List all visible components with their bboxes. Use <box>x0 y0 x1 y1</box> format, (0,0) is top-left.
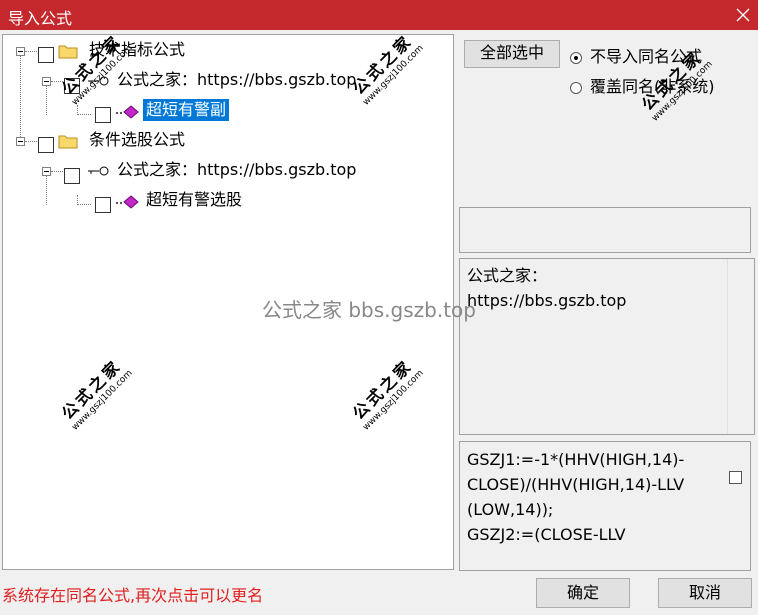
tree-node-label: 技术指标公式 <box>89 40 186 59</box>
tree-node-label: 超短有警副 <box>143 99 230 121</box>
folder-icon <box>58 135 78 149</box>
checkbox[interactable] <box>64 168 80 184</box>
checkbox[interactable] <box>95 197 111 213</box>
folder-icon <box>58 45 78 59</box>
checkbox[interactable] <box>64 78 80 94</box>
code-panel: GSZJ1:=-1*(HHV(HIGH,14)- CLOSE)/(HHV(HIG… <box>459 441 751 571</box>
key-icon <box>88 76 109 86</box>
tree-connector <box>25 51 37 52</box>
tree-connector <box>46 81 47 115</box>
tree-connector <box>20 51 21 145</box>
code-text: GSZJ1:=-1*(HHV(HIGH,14)- CLOSE)/(HHV(HIG… <box>467 450 685 544</box>
scrollbar[interactable] <box>727 259 754 434</box>
tree-node-label: 条件选股公式 <box>89 130 186 149</box>
tree-node-label: 超短有警选股 <box>146 190 243 209</box>
checkbox[interactable] <box>38 47 54 63</box>
key-icon <box>88 166 109 176</box>
formula-icon <box>116 105 139 119</box>
radio-icon[interactable] <box>570 81 582 94</box>
close-icon[interactable] <box>728 0 758 30</box>
tree-connector <box>25 141 37 142</box>
collapse-icon[interactable] <box>42 167 51 176</box>
ok-button[interactable]: 确定 <box>536 578 630 608</box>
tree-node-label: 公式之家：https://bbs.gszb.top <box>117 160 357 179</box>
radio-skip-duplicates[interactable]: 不导入同名公式 <box>570 43 702 67</box>
tree-connector <box>77 204 91 205</box>
window-title: 导入公式 <box>8 9 73 28</box>
collapse-icon[interactable] <box>16 47 25 56</box>
select-all-button[interactable]: 全部选中 <box>464 40 560 68</box>
radio-overwrite-duplicates[interactable]: 覆盖同名(非系统) <box>570 73 715 97</box>
checkbox[interactable] <box>38 137 54 153</box>
tree-connector <box>77 114 91 115</box>
tree-node-label: 公式之家：https://bbs.gszb.top <box>117 70 357 89</box>
tree-connector <box>51 171 63 172</box>
empty-panel <box>459 207 751 253</box>
collapse-icon[interactable] <box>16 137 25 146</box>
center-watermark: 公式之家 bbs.gszb.top <box>262 298 476 322</box>
formula-icon <box>116 195 139 209</box>
checkbox[interactable] <box>95 107 111 123</box>
title-bar: 导入公式 <box>0 0 758 30</box>
description-text: 公式之家： https://bbs.gszb.top <box>467 266 627 310</box>
cancel-button[interactable]: 取消 <box>658 578 752 608</box>
collapse-icon[interactable] <box>42 77 51 86</box>
scroll-checkbox[interactable] <box>729 471 742 484</box>
status-message: 系统存在同名公式,再次点击可以更名 <box>2 586 264 605</box>
description-panel: 公式之家： https://bbs.gszb.top <box>459 258 755 435</box>
tree-connector <box>51 81 63 82</box>
radio-selected-icon[interactable] <box>570 51 582 64</box>
tree-connector <box>46 171 47 205</box>
